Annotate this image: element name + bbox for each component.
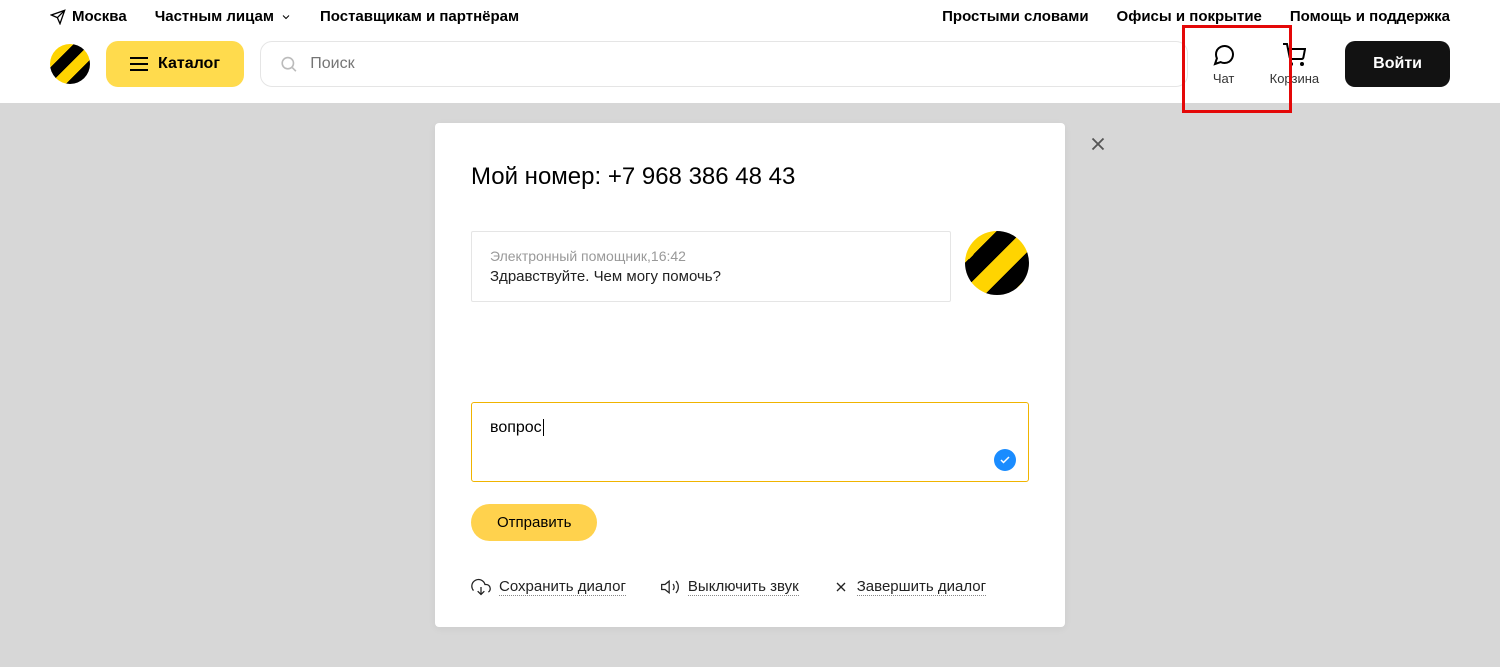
mute-link[interactable]: Выключить звук	[660, 577, 799, 597]
catalog-button[interactable]: Каталог	[106, 41, 244, 87]
search-icon	[279, 54, 298, 74]
chat-title-prefix: Мой номер:	[471, 163, 608, 190]
message-bubble: Электронный помощник,16:42 Здравствуйте.…	[471, 231, 951, 302]
cart-button[interactable]: Корзина	[1262, 43, 1328, 86]
cart-label: Корзина	[1270, 71, 1320, 86]
nav-partners[interactable]: Поставщикам и партнёрам	[320, 8, 519, 25]
nav-individuals[interactable]: Частным лицам	[155, 8, 292, 25]
location-label: Москва	[72, 8, 127, 25]
search-input[interactable]	[310, 55, 1168, 73]
save-dialog-link[interactable]: Сохранить диалог	[471, 577, 626, 597]
sound-icon	[660, 577, 680, 597]
message-text: Здравствуйте. Чем могу помочь?	[490, 268, 932, 285]
nav-offices[interactable]: Офисы и покрытие	[1117, 8, 1262, 25]
catalog-label: Каталог	[158, 55, 220, 73]
spellcheck-badge[interactable]	[994, 449, 1016, 471]
input-value: вопрос	[490, 419, 544, 436]
chat-actions: Сохранить диалог Выключить звук Завершит…	[471, 577, 1029, 597]
save-dialog-label: Сохранить диалог	[499, 578, 626, 596]
chat-overlay: Мой номер: +7 968 386 48 43 Электронный …	[0, 103, 1500, 667]
x-icon	[833, 579, 849, 595]
chat-button[interactable]: Чат	[1204, 43, 1244, 86]
login-button[interactable]: Войти	[1345, 41, 1450, 87]
send-button[interactable]: Отправить	[471, 504, 597, 541]
message-row: Электронный помощник,16:42 Здравствуйте.…	[471, 231, 1029, 302]
close-icon	[1087, 133, 1109, 155]
location-selector[interactable]: Москва	[50, 8, 127, 25]
message-meta: Электронный помощник,16:42	[490, 248, 932, 264]
nav-simple-words[interactable]: Простыми словами	[942, 8, 1088, 25]
bot-avatar	[965, 231, 1029, 295]
chat-phone: +7 968 386 48 43	[608, 163, 796, 190]
message-sender: Электронный помощник,	[490, 248, 651, 264]
chat-modal: Мой номер: +7 968 386 48 43 Электронный …	[435, 123, 1065, 627]
message-input[interactable]: вопрос	[471, 402, 1029, 482]
nav-individuals-label: Частным лицам	[155, 8, 274, 25]
nav-help[interactable]: Помощь и поддержка	[1290, 8, 1450, 25]
check-icon	[999, 454, 1011, 466]
download-cloud-icon	[471, 577, 491, 597]
cart-icon	[1282, 43, 1306, 67]
search-wrap[interactable]	[260, 41, 1188, 87]
chat-icon	[1212, 43, 1236, 67]
end-dialog-link[interactable]: Завершить диалог	[833, 577, 986, 597]
message-time: 16:42	[651, 248, 686, 264]
close-button[interactable]	[1087, 133, 1109, 155]
location-icon	[50, 9, 66, 25]
chat-title: Мой номер: +7 968 386 48 43	[471, 163, 1029, 191]
chat-label: Чат	[1213, 71, 1235, 86]
logo[interactable]	[50, 44, 90, 84]
chevron-down-icon	[280, 11, 292, 23]
end-dialog-label: Завершить диалог	[857, 578, 986, 596]
mute-label: Выключить звук	[688, 578, 799, 596]
menu-icon	[130, 57, 148, 71]
